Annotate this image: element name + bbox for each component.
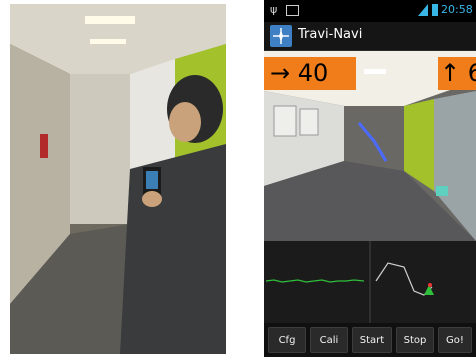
cfg-button[interactable]: Cfg <box>268 327 306 353</box>
clock: 20:58 <box>441 3 473 16</box>
compass-icon[interactable] <box>270 25 292 47</box>
distant-person <box>40 134 48 158</box>
control-buttons: Cfg Cali Start Stop Go! <box>264 323 476 357</box>
graph-canvas <box>265 241 434 323</box>
corridor-photo <box>10 4 226 354</box>
step-signal-trace <box>265 279 365 283</box>
walked-path-trace <box>375 262 433 296</box>
person-face <box>169 102 201 142</box>
cali-button[interactable]: Cali <box>310 327 348 353</box>
stop-button[interactable]: Stop <box>396 327 434 353</box>
turn-readout: ↑ 6 <box>440 59 476 87</box>
ceiling-light <box>90 39 126 44</box>
signal-icon <box>418 4 428 16</box>
go-button[interactable]: Go! <box>438 327 472 353</box>
action-bar: Travi-Navi <box>264 22 476 51</box>
battery-icon <box>432 4 438 16</box>
corridor-scene <box>10 4 226 354</box>
heading-marker <box>428 283 432 287</box>
usb-icon: ψ <box>270 3 278 16</box>
status-bar: ψ 20:58 <box>264 0 476 22</box>
corridor-end <box>70 74 130 224</box>
start-button[interactable]: Start <box>352 327 392 353</box>
image-icon <box>286 5 299 16</box>
ceiling-light <box>85 16 135 24</box>
distance-readout: → 40 <box>270 59 329 87</box>
phone-screen: ψ 20:58 Travi-Navi → 40 ↑ 6 Cfg Cali Sta… <box>264 0 476 357</box>
app-title: Travi-Navi <box>298 27 363 42</box>
person-body <box>120 144 226 354</box>
person-hand <box>142 191 162 207</box>
held-phone-screen <box>146 171 158 189</box>
sensor-graphs <box>264 241 476 323</box>
